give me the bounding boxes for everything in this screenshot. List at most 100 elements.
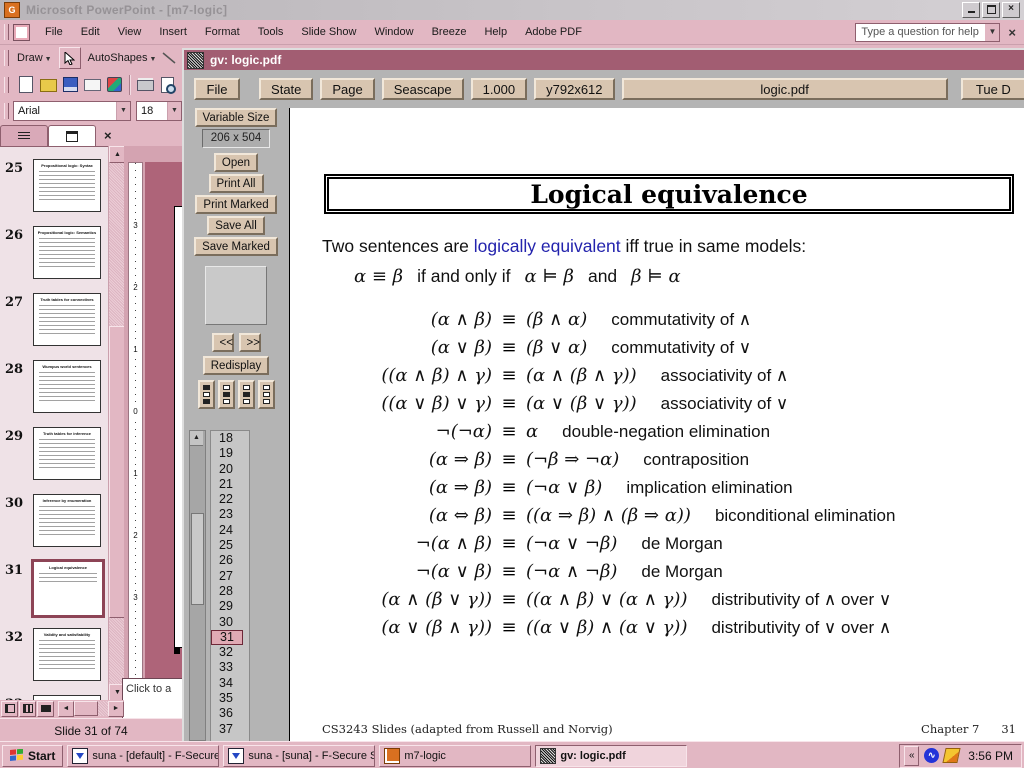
restore-icon[interactable]	[982, 2, 1000, 18]
fsecure-tray-icon[interactable]: ∿	[924, 748, 939, 763]
gv-page-number-27[interactable]: 27	[211, 569, 249, 584]
scrollbar-thumb[interactable]	[191, 513, 204, 605]
start-button[interactable]: Start	[2, 745, 63, 767]
gv-titlebar[interactable]: gv: logic.pdf	[184, 50, 1024, 70]
gv-page-number-37[interactable]: 37	[211, 722, 249, 737]
thumbnail-slide-25[interactable]: 25Propositional logic: Syntax	[0, 159, 108, 214]
gv-page-number-29[interactable]: 29	[211, 599, 249, 614]
new-document-icon[interactable]	[17, 76, 35, 93]
thumbnail-slide-26[interactable]: 26Propositional logic: Semantics	[0, 226, 108, 281]
thumbnail-slide-28[interactable]: 28Wumpus world sentences	[0, 360, 108, 415]
gv-page-number-28[interactable]: 28	[211, 584, 249, 599]
thumbnail-slide-27[interactable]: 27Truth tables for connectives	[0, 293, 108, 348]
tray-collapse-icon[interactable]: «	[904, 746, 919, 766]
gv-page-number-22[interactable]: 22	[211, 492, 249, 507]
thumbnail-box[interactable]: Propositional logic: Semantics	[33, 226, 101, 279]
gv-save-all-button[interactable]: Save All	[207, 216, 265, 235]
gv-mark-all-button[interactable]	[198, 380, 215, 409]
gv-mark-current-button[interactable]	[238, 380, 255, 409]
scroll-up-icon[interactable]: ▲	[190, 431, 203, 446]
gv-dimensions-display[interactable]: 206 x 504	[202, 129, 270, 148]
taskbar-task-suna-default-f-secure-[interactable]: suna - [default] - F-Secure...	[67, 745, 219, 767]
toolbar-grip[interactable]	[4, 77, 9, 93]
chevron-down-icon[interactable]: ▼	[116, 102, 130, 120]
thumbnail-box[interactable]: Truth tables for inference	[33, 427, 101, 480]
gv-variable-size-button[interactable]: Variable Size	[195, 108, 278, 127]
gv-seascape-button[interactable]: Seascape	[382, 78, 464, 100]
gv-page-number-30[interactable]: 30	[211, 615, 249, 630]
save-icon[interactable]	[61, 76, 79, 93]
menubar-close-icon[interactable]: ×	[1000, 25, 1024, 40]
draw-menu-button[interactable]: Draw▼	[13, 50, 56, 66]
autoshapes-menu-button[interactable]: AutoShapes▼	[84, 50, 161, 66]
gv-open-button[interactable]: Open	[214, 153, 258, 172]
menu-item-view[interactable]: View	[109, 23, 151, 41]
scrollbar-thumb[interactable]	[74, 701, 98, 716]
gv-page-number-35[interactable]: 35	[211, 691, 249, 706]
thumbnail-box[interactable]: Wumpus world sentences	[33, 360, 101, 413]
tab-slides[interactable]	[48, 125, 96, 146]
toolbar-grip[interactable]	[4, 103, 9, 119]
menu-item-edit[interactable]: Edit	[72, 23, 109, 41]
menu-item-file[interactable]: File	[36, 23, 72, 41]
gv-mark-even-button[interactable]	[218, 380, 235, 409]
normal-view-button[interactable]	[1, 701, 18, 717]
pane-close-icon[interactable]: ×	[104, 128, 112, 146]
thumbnail-slide-30[interactable]: 30Inference by enumeration	[0, 494, 108, 549]
tab-outline[interactable]	[0, 125, 48, 146]
mail-icon[interactable]	[83, 76, 101, 93]
toolbar-grip[interactable]	[4, 24, 9, 40]
document-icon[interactable]	[13, 24, 30, 41]
gv-unmark-button[interactable]	[258, 380, 275, 409]
print-icon[interactable]	[136, 76, 154, 93]
scroll-right-icon[interactable]: ►	[108, 701, 124, 717]
slideshow-view-button[interactable]	[37, 701, 54, 717]
print-preview-icon[interactable]	[158, 76, 176, 93]
menu-item-breeze[interactable]: Breeze	[423, 23, 476, 41]
chevron-down-icon[interactable]: ▼	[985, 24, 999, 41]
thumbnail-scrollbar[interactable]: ▲ ▼	[108, 146, 125, 700]
gv-page-number-19[interactable]: 19	[211, 446, 249, 461]
gv-pagelist-scrollbar[interactable]: ▲	[189, 430, 206, 741]
gv-page-number-20[interactable]: 20	[211, 462, 249, 477]
thumbnail-box[interactable]: Validity and satisfiability	[33, 628, 101, 681]
gv-next-page-button[interactable]: >>	[239, 333, 261, 352]
resize-handle[interactable]	[174, 648, 180, 654]
scroll-left-icon[interactable]: ◄	[58, 701, 74, 717]
gv-print-marked-button[interactable]: Print Marked	[195, 195, 276, 214]
gv-page-locator[interactable]	[205, 266, 267, 325]
thumbnail-box[interactable]: Propositional logic: Syntax	[33, 159, 101, 212]
gv-redisplay-button[interactable]: Redisplay	[203, 356, 270, 375]
thumbnail-box[interactable]: Logical equivalence	[31, 559, 105, 618]
help-question-box[interactable]: Type a question for help ▼	[855, 23, 1000, 42]
gv-page-number-36[interactable]: 36	[211, 706, 249, 721]
menu-item-slide-show[interactable]: Slide Show	[292, 23, 365, 41]
select-pointer-button[interactable]	[59, 47, 81, 69]
gv-print-all-button[interactable]: Print All	[209, 174, 264, 193]
gv-page-number-33[interactable]: 33	[211, 660, 249, 675]
gv-page-number-26[interactable]: 26	[211, 553, 249, 568]
taskbar-task-m7-logic[interactable]: m7-logic	[379, 745, 531, 767]
gv-page-number-25[interactable]: 25	[211, 538, 249, 553]
minimize-icon[interactable]	[962, 2, 980, 18]
open-folder-icon[interactable]	[39, 76, 57, 93]
thumbnail-slide-32[interactable]: 32Validity and satisfiability	[0, 628, 108, 683]
menu-item-tools[interactable]: Tools	[249, 23, 293, 41]
gv-file-button[interactable]: File	[194, 78, 240, 100]
gv-page-number-34[interactable]: 34	[211, 676, 249, 691]
menu-item-insert[interactable]: Insert	[150, 23, 196, 41]
close-icon[interactable]: ×	[1002, 2, 1020, 18]
gv-save-marked-button[interactable]: Save Marked	[194, 237, 278, 256]
thumbnail-box[interactable]: Truth tables for connectives	[33, 293, 101, 346]
gv-page-number-24[interactable]: 24	[211, 523, 249, 538]
gv-1-000-button[interactable]: 1.000	[471, 78, 528, 100]
gv-page-number-32[interactable]: 32	[211, 645, 249, 660]
gv-page-number-23[interactable]: 23	[211, 507, 249, 522]
slide-sorter-view-button[interactable]	[19, 701, 36, 717]
menu-item-window[interactable]: Window	[365, 23, 422, 41]
menu-item-adobe-pdf[interactable]: Adobe PDF	[516, 23, 591, 41]
gv-page-button[interactable]: Page	[320, 78, 374, 100]
font-size-combo[interactable]: 18 ▼	[136, 101, 182, 121]
line-tool-icon[interactable]	[160, 50, 178, 66]
gv-page-number-31[interactable]: 31	[211, 630, 243, 645]
